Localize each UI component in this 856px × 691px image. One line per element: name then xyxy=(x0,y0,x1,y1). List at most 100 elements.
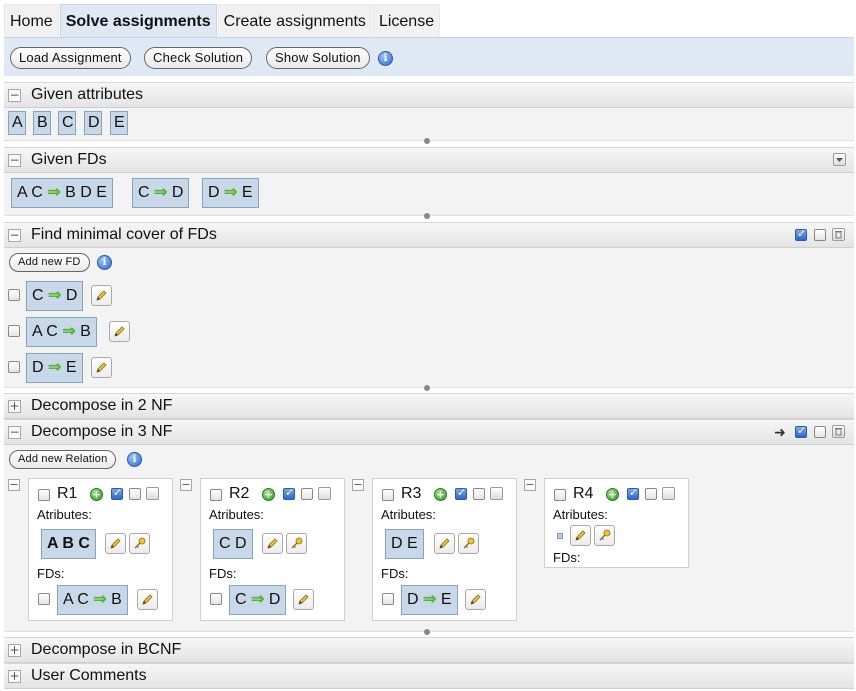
resize-handle[interactable] xyxy=(424,213,430,219)
edit-pencil-icon[interactable] xyxy=(293,589,314,610)
collapse-icon[interactable]: − xyxy=(8,154,21,167)
fd-checkbox[interactable] xyxy=(382,593,394,605)
tab-solve-assignments[interactable]: Solve assignments xyxy=(59,4,217,37)
key-icon[interactable] xyxy=(458,533,479,554)
collapse-relation-icon[interactable]: − xyxy=(524,479,536,491)
fd-box[interactable]: C ⇒ D xyxy=(26,281,84,311)
add-icon[interactable]: + xyxy=(606,488,619,501)
edit-pencil-icon[interactable] xyxy=(434,533,455,554)
add-new-fd-button[interactable]: Add new FD xyxy=(9,253,90,272)
delete-icon[interactable] xyxy=(662,487,675,500)
delete-icon[interactable] xyxy=(832,228,845,241)
dropdown-icon[interactable] xyxy=(833,153,846,166)
resize-handle[interactable] xyxy=(424,138,430,144)
relation-name: R4 xyxy=(573,485,594,502)
add-icon[interactable]: + xyxy=(434,488,447,501)
fd-box[interactable]: D ⇒ E xyxy=(401,585,458,615)
collapse-relation-icon[interactable]: − xyxy=(352,479,364,491)
fd-checkbox[interactable] xyxy=(210,593,222,605)
add-icon[interactable]: + xyxy=(262,488,275,501)
key-icon[interactable] xyxy=(286,533,307,554)
fd-box[interactable]: D ⇒ E xyxy=(202,178,259,208)
expand-icon[interactable]: + xyxy=(8,670,21,683)
attribute-box[interactable]: E xyxy=(110,111,128,135)
show-solution-button[interactable]: Show Solution xyxy=(266,47,370,69)
expand-icon[interactable]: + xyxy=(8,644,21,657)
collapse-relation-icon[interactable]: − xyxy=(180,479,192,491)
edit-pencil-icon[interactable] xyxy=(109,321,130,342)
collapse-icon[interactable]: − xyxy=(8,426,21,439)
key-icon[interactable] xyxy=(129,533,150,554)
info-icon[interactable]: i xyxy=(97,255,112,270)
relation-attributes[interactable]: A B C xyxy=(41,529,96,559)
resize-handle[interactable] xyxy=(424,385,430,391)
edit-pencil-icon[interactable] xyxy=(137,589,158,610)
uncheck-all-checkbox[interactable] xyxy=(645,488,657,500)
collapse-icon[interactable]: − xyxy=(8,229,21,242)
key-icon[interactable] xyxy=(594,525,615,546)
arrow-right-icon[interactable]: ➜ xyxy=(774,424,786,441)
relation-attributes[interactable]: C D xyxy=(213,529,253,559)
edit-pencil-icon[interactable] xyxy=(91,285,112,306)
check-all-checkbox[interactable] xyxy=(795,227,807,241)
check-all-checkbox[interactable] xyxy=(283,486,295,500)
fd-box[interactable]: D ⇒ E xyxy=(26,353,83,383)
add-icon[interactable]: + xyxy=(90,488,103,501)
section-title: Decompose in 3 NF xyxy=(31,423,173,440)
uncheck-all-checkbox[interactable] xyxy=(129,488,141,500)
fd-rhs: B D E xyxy=(65,184,107,201)
relation-checkbox[interactable] xyxy=(382,489,394,501)
resize-handle[interactable] xyxy=(424,629,430,635)
relation-checkbox[interactable] xyxy=(38,489,50,501)
fd-box[interactable]: C ⇒ D xyxy=(132,178,190,208)
delete-icon[interactable] xyxy=(490,487,503,500)
relation-attributes[interactable]: D E xyxy=(385,529,424,559)
tab-license[interactable]: License xyxy=(372,4,441,37)
fd-box[interactable]: A C ⇒ B D E xyxy=(11,178,113,208)
delete-icon[interactable] xyxy=(146,487,159,500)
edit-pencil-icon[interactable] xyxy=(105,533,126,554)
check-all-checkbox[interactable] xyxy=(455,486,467,500)
fd-checkbox[interactable] xyxy=(8,289,20,301)
attribute-box[interactable]: A xyxy=(8,111,26,135)
fd-checkbox[interactable] xyxy=(8,361,20,373)
fd-checkbox[interactable] xyxy=(8,325,20,337)
empty-attributes-marker[interactable] xyxy=(557,533,563,539)
check-solution-button[interactable]: Check Solution xyxy=(144,47,253,69)
attribute-box[interactable]: B xyxy=(33,111,51,135)
edit-pencil-icon[interactable] xyxy=(262,533,283,554)
collapse-icon[interactable]: − xyxy=(8,89,21,102)
fd-box[interactable]: A C ⇒ B xyxy=(26,317,97,347)
check-all-checkbox[interactable] xyxy=(111,486,123,500)
fd-lhs: D xyxy=(32,359,44,376)
load-assignment-button[interactable]: Load Assignment xyxy=(10,47,131,69)
add-new-relation-button[interactable]: Add new Relation xyxy=(9,450,117,469)
check-all-checkbox[interactable] xyxy=(627,486,639,500)
tab-create-assignments[interactable]: Create assignments xyxy=(217,4,372,37)
uncheck-all-checkbox[interactable] xyxy=(301,488,313,500)
uncheck-all-checkbox[interactable] xyxy=(473,488,485,500)
relation-checkbox[interactable] xyxy=(210,489,222,501)
uncheck-all-checkbox[interactable] xyxy=(814,426,826,438)
section-user-comments-header: + User Comments xyxy=(4,663,854,689)
uncheck-all-checkbox[interactable] xyxy=(814,229,826,241)
info-icon[interactable]: i xyxy=(127,452,142,467)
attribute-box[interactable]: D xyxy=(84,111,102,135)
expand-icon[interactable]: + xyxy=(8,400,21,413)
fd-box[interactable]: C ⇒ D xyxy=(229,585,287,615)
edit-pencil-icon[interactable] xyxy=(570,525,591,546)
edit-pencil-icon[interactable] xyxy=(91,357,112,378)
info-icon[interactable]: i xyxy=(378,51,393,66)
fd-box[interactable]: A C ⇒ B xyxy=(57,585,128,615)
attribute-box[interactable]: C xyxy=(58,111,76,135)
check-all-checkbox[interactable] xyxy=(795,424,807,438)
tab-home[interactable]: Home xyxy=(4,4,59,37)
fd-checkbox[interactable] xyxy=(38,593,50,605)
edit-pencil-icon[interactable] xyxy=(465,589,486,610)
section-minimal-cover-header: − Find minimal cover of FDs xyxy=(4,222,854,248)
collapse-relation-icon[interactable]: − xyxy=(8,479,20,491)
relation-checkbox[interactable] xyxy=(554,489,566,501)
delete-icon[interactable] xyxy=(832,425,845,438)
delete-icon[interactable] xyxy=(318,487,331,500)
section-given-fds-body: A C ⇒ B D E C ⇒ D D ⇒ E xyxy=(4,173,854,219)
